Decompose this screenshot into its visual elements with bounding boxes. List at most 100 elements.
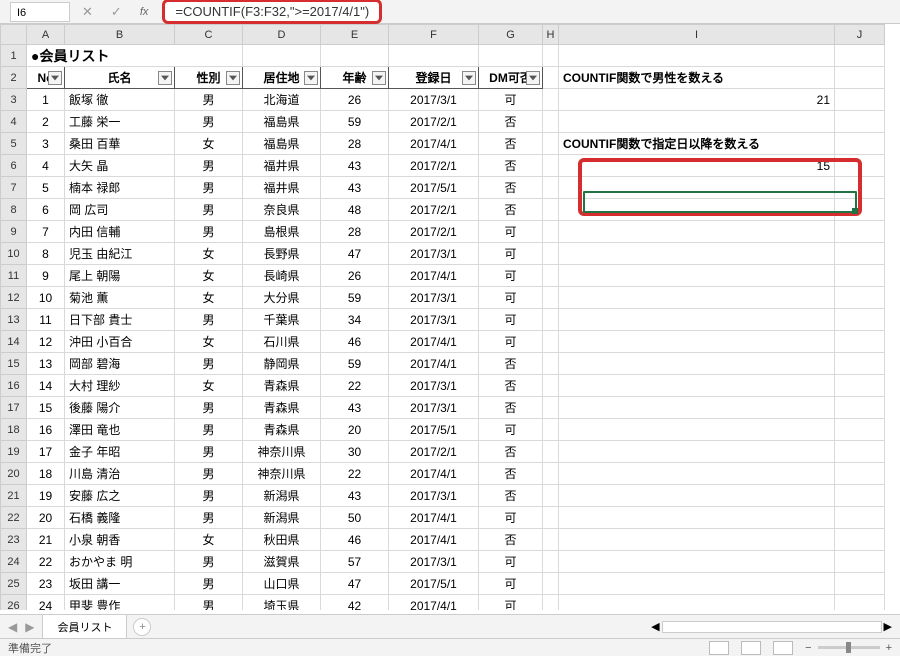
cell-sex[interactable]: 男 bbox=[175, 397, 243, 419]
cell-age[interactable]: 46 bbox=[321, 529, 389, 551]
cell-place[interactable]: 北海道 bbox=[243, 89, 321, 111]
col-header[interactable]: A bbox=[27, 25, 65, 45]
cell-age[interactable]: 22 bbox=[321, 463, 389, 485]
cell-date[interactable]: 2017/2/1 bbox=[389, 111, 479, 133]
row-header[interactable]: 8 bbox=[1, 199, 27, 221]
filter-icon[interactable] bbox=[158, 71, 172, 85]
cell-place[interactable]: 新潟県 bbox=[243, 485, 321, 507]
cancel-icon[interactable]: ✕ bbox=[82, 4, 93, 20]
cell-no[interactable]: 5 bbox=[27, 177, 65, 199]
cell-place[interactable]: 青森県 bbox=[243, 397, 321, 419]
cell-sex[interactable]: 女 bbox=[175, 375, 243, 397]
cell-name[interactable]: 内田 信輔 bbox=[65, 221, 175, 243]
cell-no[interactable]: 4 bbox=[27, 155, 65, 177]
cell-date[interactable]: 2017/4/1 bbox=[389, 463, 479, 485]
cell-no[interactable]: 22 bbox=[27, 551, 65, 573]
row-header[interactable]: 9 bbox=[1, 221, 27, 243]
col-header[interactable]: G bbox=[479, 25, 543, 45]
cell-age[interactable]: 28 bbox=[321, 221, 389, 243]
cell-sex[interactable]: 男 bbox=[175, 573, 243, 595]
row-header[interactable]: 3 bbox=[1, 89, 27, 111]
cell-name[interactable]: 菊池 薫 bbox=[65, 287, 175, 309]
cell-date[interactable]: 2017/4/1 bbox=[389, 353, 479, 375]
row-header[interactable]: 25 bbox=[1, 573, 27, 595]
cell-no[interactable]: 23 bbox=[27, 573, 65, 595]
cell-date[interactable]: 2017/3/1 bbox=[389, 485, 479, 507]
cell-dm[interactable]: 否 bbox=[479, 375, 543, 397]
cell-age[interactable]: 50 bbox=[321, 507, 389, 529]
filter-icon[interactable] bbox=[226, 71, 240, 85]
cell-name[interactable]: 大村 理紗 bbox=[65, 375, 175, 397]
cell-place[interactable]: 埼玉県 bbox=[243, 595, 321, 611]
cell-sex[interactable]: 男 bbox=[175, 463, 243, 485]
cell-name[interactable]: 後藤 陽介 bbox=[65, 397, 175, 419]
cell-no[interactable]: 16 bbox=[27, 419, 65, 441]
cell-dm[interactable]: 否 bbox=[479, 353, 543, 375]
scroll-right-icon[interactable]: ▶ bbox=[884, 620, 892, 633]
table-header[interactable]: DM可否 bbox=[479, 67, 543, 89]
table-header[interactable]: 氏名 bbox=[65, 67, 175, 89]
cell-place[interactable]: 島根県 bbox=[243, 221, 321, 243]
cell-dm[interactable]: 可 bbox=[479, 419, 543, 441]
view-normal-icon[interactable] bbox=[709, 641, 729, 655]
col-header[interactable]: D bbox=[243, 25, 321, 45]
tab-prev-icon[interactable]: ◀ bbox=[8, 620, 17, 634]
cell-no[interactable]: 1 bbox=[27, 89, 65, 111]
row-header[interactable]: 22 bbox=[1, 507, 27, 529]
cell-dm[interactable]: 否 bbox=[479, 199, 543, 221]
scroll-left-icon[interactable]: ◀ bbox=[651, 620, 659, 633]
cell-no[interactable]: 8 bbox=[27, 243, 65, 265]
cell-date[interactable]: 2017/2/1 bbox=[389, 221, 479, 243]
cell-sex[interactable]: 男 bbox=[175, 595, 243, 611]
scroll-track[interactable] bbox=[662, 621, 882, 633]
cell-dm[interactable]: 否 bbox=[479, 133, 543, 155]
cell-name[interactable]: 澤田 竜也 bbox=[65, 419, 175, 441]
cell-age[interactable]: 26 bbox=[321, 89, 389, 111]
cell-dm[interactable]: 可 bbox=[479, 287, 543, 309]
view-pagelayout-icon[interactable] bbox=[741, 641, 761, 655]
cell-place[interactable]: 山口県 bbox=[243, 573, 321, 595]
cell-date[interactable]: 2017/5/1 bbox=[389, 573, 479, 595]
cell-no[interactable]: 20 bbox=[27, 507, 65, 529]
cell-no[interactable]: 13 bbox=[27, 353, 65, 375]
cell-date[interactable]: 2017/5/1 bbox=[389, 177, 479, 199]
cell-sex[interactable]: 男 bbox=[175, 309, 243, 331]
table-header[interactable]: 性別 bbox=[175, 67, 243, 89]
row-header[interactable]: 16 bbox=[1, 375, 27, 397]
cell-dm[interactable]: 可 bbox=[479, 309, 543, 331]
cell-name[interactable]: 大矢 晶 bbox=[65, 155, 175, 177]
cell-sex[interactable]: 女 bbox=[175, 133, 243, 155]
cell-dm[interactable]: 否 bbox=[479, 441, 543, 463]
cell-dm[interactable]: 否 bbox=[479, 485, 543, 507]
cell-age[interactable]: 59 bbox=[321, 287, 389, 309]
cell-sex[interactable]: 男 bbox=[175, 419, 243, 441]
cell-sex[interactable]: 女 bbox=[175, 243, 243, 265]
cell-place[interactable]: 福井県 bbox=[243, 177, 321, 199]
cell-no[interactable]: 15 bbox=[27, 397, 65, 419]
cell-place[interactable]: 福井県 bbox=[243, 155, 321, 177]
cell-no[interactable]: 24 bbox=[27, 595, 65, 611]
side-value-1[interactable]: 21 bbox=[559, 89, 835, 111]
table-header[interactable]: No bbox=[27, 67, 65, 89]
tab-next-icon[interactable]: ▶ bbox=[25, 620, 34, 634]
cell-date[interactable]: 2017/3/1 bbox=[389, 287, 479, 309]
cell-sex[interactable]: 女 bbox=[175, 287, 243, 309]
cell-age[interactable]: 30 bbox=[321, 441, 389, 463]
cell-dm[interactable]: 否 bbox=[479, 155, 543, 177]
cell-dm[interactable]: 否 bbox=[479, 397, 543, 419]
cell-place[interactable]: 秋田県 bbox=[243, 529, 321, 551]
cell-sex[interactable]: 男 bbox=[175, 221, 243, 243]
cell-age[interactable]: 59 bbox=[321, 111, 389, 133]
table-header[interactable]: 年齢 bbox=[321, 67, 389, 89]
cell-age[interactable]: 43 bbox=[321, 485, 389, 507]
cell-no[interactable]: 18 bbox=[27, 463, 65, 485]
zoom-track[interactable] bbox=[818, 646, 880, 649]
row-header[interactable]: 17 bbox=[1, 397, 27, 419]
filter-icon[interactable] bbox=[304, 71, 318, 85]
cell-dm[interactable]: 可 bbox=[479, 507, 543, 529]
cell-sex[interactable]: 男 bbox=[175, 485, 243, 507]
row-header[interactable]: 2 bbox=[1, 67, 27, 89]
cell-date[interactable]: 2017/3/1 bbox=[389, 89, 479, 111]
cell-age[interactable]: 28 bbox=[321, 133, 389, 155]
cell-name[interactable]: 岡部 碧海 bbox=[65, 353, 175, 375]
